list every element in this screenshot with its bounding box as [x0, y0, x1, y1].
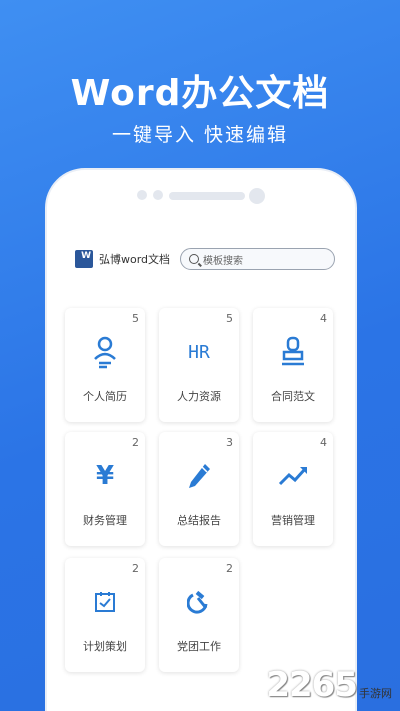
search-input[interactable]: 模板搜索 — [180, 248, 335, 270]
category-tile-resume[interactable]: 5 个人简历 — [65, 308, 145, 422]
watermark-site: 手游网 — [359, 687, 392, 700]
phone-speaker — [169, 192, 245, 200]
calendar-check-icon — [65, 584, 145, 620]
yen-icon: ¥ — [95, 461, 115, 491]
tile-count: 4 — [320, 436, 327, 449]
category-tile-contract[interactable]: 4 合同范文 — [253, 308, 333, 422]
hammer-sickle-icon — [159, 584, 239, 620]
search-icon — [189, 254, 200, 264]
tile-count: 5 — [226, 312, 233, 325]
category-tile-hr[interactable]: 5 HR 人力资源 — [159, 308, 239, 422]
phone-mockup: W 弘博word文档 模板搜索 5 个人简历 5 HR 人力资源 4 合同范文 … — [45, 168, 357, 711]
watermark-2265: 2265 手游网 — [266, 665, 392, 705]
person-resume-icon — [65, 334, 145, 370]
app-header: W 弘博word文档 模板搜索 — [75, 246, 335, 272]
hr-icon: HR — [159, 334, 239, 370]
hr-icon-text: HR — [188, 341, 210, 363]
tile-label: 营销管理 — [271, 514, 315, 527]
tile-count: 2 — [226, 562, 233, 575]
tile-count: 2 — [132, 562, 139, 575]
app-name: 弘博word文档 — [99, 253, 171, 266]
category-tile-party-work[interactable]: 2 党团工作 — [159, 558, 239, 672]
tile-label: 计划策划 — [83, 640, 127, 653]
tile-count: 3 — [226, 436, 233, 449]
watermark-number: 2265 — [266, 665, 358, 705]
tile-label: 党团工作 — [177, 640, 221, 653]
hero-subtitle: 一键导入 快速编辑 — [111, 124, 289, 146]
tile-label: 人力资源 — [177, 390, 221, 403]
tile-label: 合同范文 — [271, 390, 315, 403]
logo-letter: W — [81, 251, 91, 261]
phone-sensor — [249, 188, 265, 204]
category-tile-marketing[interactable]: 4 营销管理 — [253, 432, 333, 546]
tile-label: 财务管理 — [83, 514, 127, 527]
category-tile-planning[interactable]: 2 计划策划 — [65, 558, 145, 672]
hero-title: Word办公文档 — [70, 73, 330, 114]
phone-camera-dot — [137, 190, 147, 200]
tile-label: 个人简历 — [83, 390, 127, 403]
trend-chart-icon — [253, 458, 333, 494]
tile-count: 4 — [320, 312, 327, 325]
tile-count: 5 — [132, 312, 139, 325]
tile-label: 总结报告 — [177, 514, 221, 527]
word-logo-icon: W — [75, 250, 93, 268]
category-tile-report[interactable]: 3 总结报告 — [159, 432, 239, 546]
pencil-icon — [159, 458, 239, 494]
phone-camera-dot — [153, 190, 163, 200]
tile-count: 2 — [132, 436, 139, 449]
category-tile-finance[interactable]: 2 ¥ 财务管理 — [65, 432, 145, 546]
search-placeholder: 模板搜索 — [203, 255, 244, 267]
stamp-icon — [253, 334, 333, 370]
